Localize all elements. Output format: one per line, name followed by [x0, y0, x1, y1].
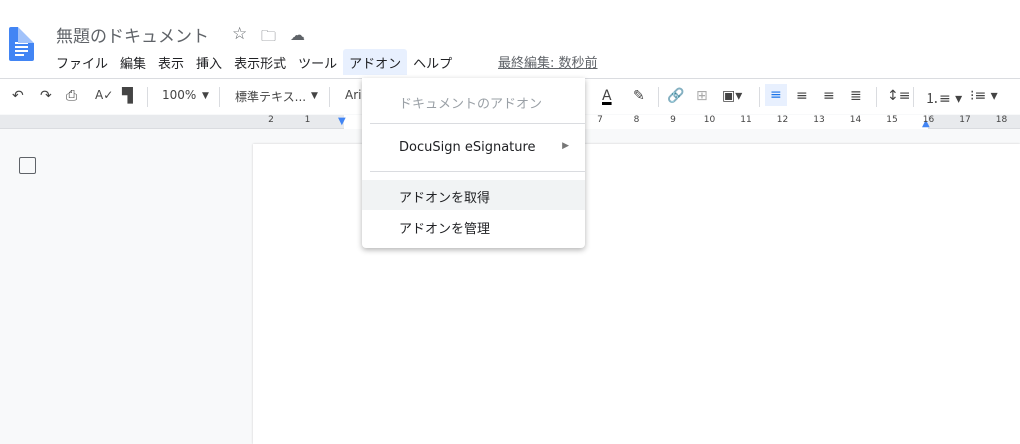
image-icon[interactable]: ▣▾ [722, 88, 742, 104]
move-folder-icon[interactable]: 🗀 [261, 26, 276, 51]
ruler-number: 7 [597, 115, 603, 125]
ruler-number: 13 [813, 115, 825, 125]
menu-format[interactable]: 表示形式 [228, 49, 292, 75]
numbered-list-icon[interactable]: ⒈≡ ▾ [925, 88, 962, 108]
zoom-select[interactable]: 100% [162, 88, 196, 102]
menu-item-get-addons[interactable]: アドオンを取得 [362, 180, 585, 210]
ruler-number: 10 [703, 115, 716, 125]
paint-format-icon[interactable]: ▜ [122, 88, 133, 104]
menu-header-document-addons: ドキュメントのアドオン [399, 97, 543, 112]
ruler-number: 9 [670, 115, 676, 125]
ruler-number: 15 [886, 115, 898, 125]
style-select[interactable]: 標準テキス... [235, 88, 306, 105]
menu-edit[interactable]: 編集 [114, 49, 152, 75]
ruler-number: 18 [995, 115, 1008, 125]
ruler-number: 1 [304, 115, 311, 125]
ruler-number: 17 [959, 115, 971, 125]
menu-help[interactable]: ヘルプ [407, 49, 458, 75]
align-center-icon[interactable]: ≡ [796, 88, 808, 104]
line-spacing-icon[interactable]: ↕≡ [887, 88, 910, 104]
last-edit-link[interactable]: 最終編集: 数秒前 [498, 52, 598, 71]
bulleted-list-icon[interactable]: ⁝≡ ▾ [970, 88, 998, 104]
menu-addons[interactable]: アドオン [343, 49, 408, 75]
menu-insert[interactable]: 挿入 [190, 49, 228, 75]
ruler-number: 2 [268, 115, 274, 125]
docs-logo-icon[interactable] [9, 27, 34, 61]
spellcheck-icon[interactable]: A✓ [95, 88, 113, 102]
menu-item-docusign[interactable]: DocuSign eSignature ▶ [362, 133, 585, 163]
redo-icon[interactable]: ↷ [40, 88, 52, 104]
menu-item-label: DocuSign eSignature [399, 140, 536, 155]
justify-icon[interactable]: ≣ [850, 88, 862, 104]
cloud-status-icon[interactable]: ☁ [290, 26, 305, 44]
indent-marker-icon[interactable]: ▼ [338, 116, 346, 127]
ruler-number: 11 [740, 115, 752, 125]
chevron-down-icon[interactable]: ▼ [202, 91, 209, 101]
chevron-down-icon[interactable]: ▼ [311, 91, 318, 101]
addons-dropdown-menu: ドキュメントのアドオン DocuSign eSignature ▶ アドオンを取得… [362, 78, 585, 248]
align-right-icon[interactable]: ≡ [823, 88, 835, 104]
ruler-number: 14 [849, 115, 862, 125]
document-outline-icon[interactable] [19, 157, 36, 174]
ruler-number: 16 [922, 115, 935, 125]
print-icon[interactable]: ⎙ [66, 88, 77, 104]
menu-view[interactable]: 表示 [152, 49, 190, 75]
undo-icon[interactable]: ↶ [12, 88, 24, 104]
ruler-number: 12 [776, 115, 789, 125]
menu-file[interactable]: ファイル [50, 49, 114, 75]
document-title[interactable]: 無題のドキュメント [56, 22, 209, 47]
ruler-number: 8 [633, 115, 640, 125]
align-left-icon[interactable]: ≡ [765, 84, 787, 106]
text-color-icon[interactable]: A [602, 88, 612, 104]
menu-tools[interactable]: ツール [292, 49, 343, 75]
highlight-icon[interactable]: ✎ [633, 88, 645, 104]
link-icon[interactable]: 🔗 [667, 88, 684, 104]
submenu-arrow-icon: ▶ [562, 141, 569, 151]
menu-item-manage-addons[interactable]: アドオンを管理 [362, 211, 585, 241]
menubar: ファイル 編集 表示 挿入 表示形式 ツール アドオン ヘルプ [50, 49, 458, 75]
star-icon[interactable]: ☆ [232, 24, 247, 44]
header: 無題のドキュメント ☆ 🗀 ☁ ファイル 編集 表示 挿入 表示形式 ツール ア… [0, 0, 1020, 78]
comment-icon[interactable]: ⊞ [696, 88, 708, 104]
